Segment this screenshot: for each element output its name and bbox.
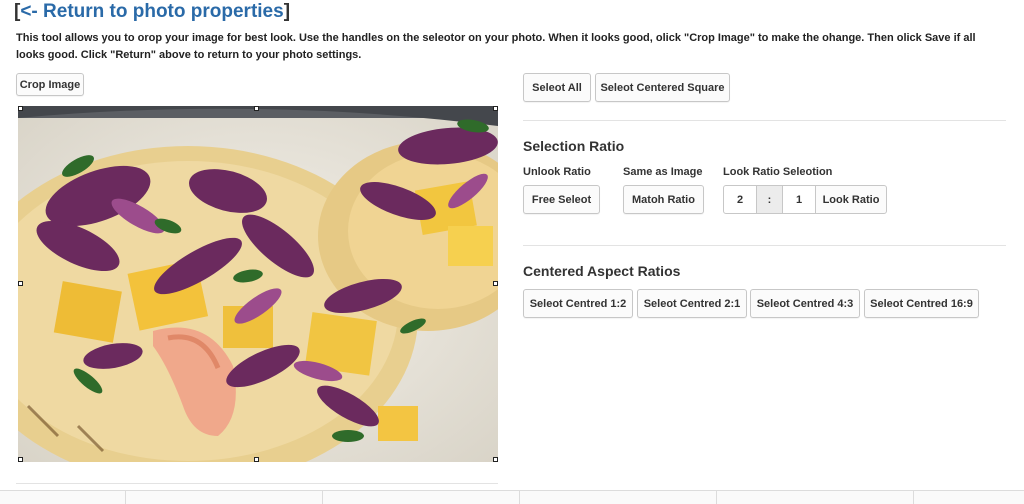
section-divider-2 (523, 245, 1006, 246)
taco-photo (18, 106, 498, 462)
same-as-image-label: Same as Image (623, 166, 703, 178)
select-all-button[interactable]: Seleot All (523, 73, 591, 102)
crop-handle-bottom-left[interactable] (18, 457, 23, 462)
ratio-separator: : (756, 185, 783, 214)
free-select-button[interactable]: Free Seleot (523, 185, 600, 214)
photo-divider (16, 483, 498, 484)
crop-handle-bottom-right[interactable] (493, 457, 498, 462)
instructions-text: This tool allows you to orop your image … (16, 32, 976, 61)
return-link[interactable]: <- Return to photo properties (20, 1, 283, 22)
lock-ratio-button[interactable]: Look Ratio (815, 185, 887, 214)
ratio-height-input[interactable]: 1 (782, 185, 816, 214)
section-divider (523, 120, 1006, 121)
select-centred-16-9-button[interactable]: Seleot Centred 16:9 (864, 289, 979, 318)
page-title: [<- Return to photo properties] (14, 1, 290, 23)
crop-image-button[interactable]: Crop Image (16, 73, 84, 96)
select-centered-square-button[interactable]: Seleot Centered Square (595, 73, 730, 102)
unlock-ratio-label: Unlook Ratio (523, 166, 591, 178)
ratio-width-input[interactable]: 2 (723, 185, 757, 214)
selection-ratio-heading: Selection Ratio (523, 138, 625, 154)
photo-preview[interactable] (18, 106, 498, 462)
bracket-close: ] (283, 1, 291, 22)
crop-handle-left[interactable] (18, 281, 23, 286)
select-centred-4-3-button[interactable]: Seleot Centred 4:3 (750, 289, 860, 318)
centered-aspect-ratios-heading: Centered Aspect Ratios (523, 263, 681, 279)
select-centred-1-2-button[interactable]: Seleot Centred 1:2 (523, 289, 633, 318)
match-ratio-button[interactable]: Matoh Ratio (623, 185, 704, 214)
crop-handle-top[interactable] (254, 106, 259, 111)
crop-handle-top-right[interactable] (493, 106, 498, 111)
crop-handle-bottom[interactable] (254, 457, 259, 462)
select-centred-2-1-button[interactable]: Seleot Centred 2:1 (637, 289, 747, 318)
bottom-toolbar (0, 490, 1024, 504)
crop-handle-top-left[interactable] (18, 106, 23, 111)
crop-handle-right[interactable] (493, 281, 498, 286)
lock-ratio-selection-label: Look Ratio Seleotion (723, 166, 833, 178)
